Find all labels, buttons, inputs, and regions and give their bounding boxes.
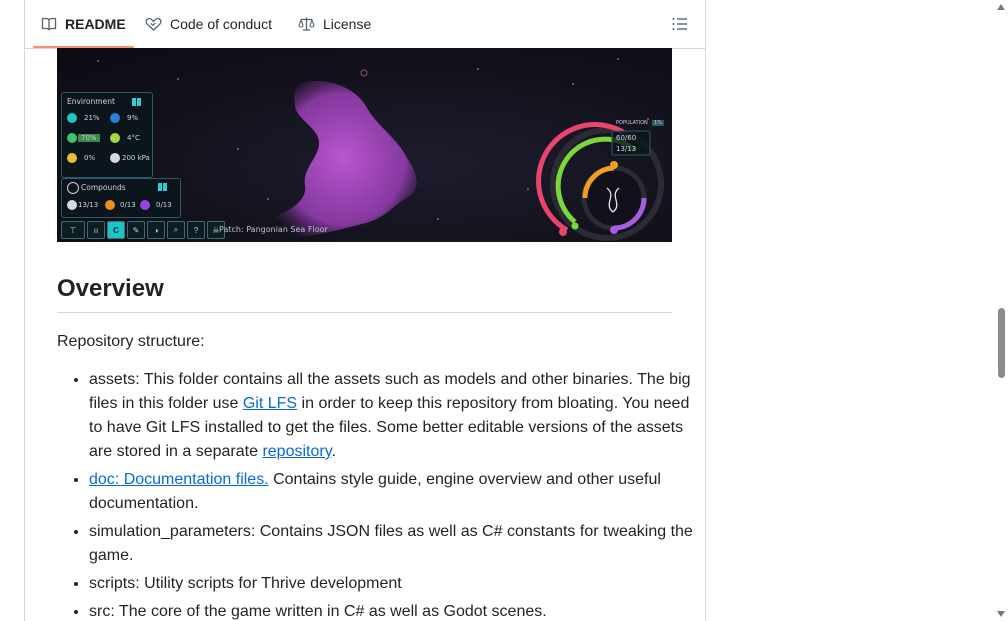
item-text: simulation_parameters: Contains JSON fil… [89,523,693,564]
scroll-down-arrow[interactable] [997,611,1005,617]
game-menu-button[interactable]: ⊤ [61,221,85,239]
item-text: . [331,443,336,460]
compounds-panel: Compounds 13/13 0/13 0/13 [61,178,181,218]
env-stat-4: 4°C [127,134,140,142]
scale-icon [298,17,315,31]
env-stat-1: 21% [84,114,100,122]
env-stat-2: 9% [127,114,139,122]
search-button[interactable]: ⌕ [167,221,185,239]
scrollbar-thumb[interactable] [998,308,1005,378]
compounds-toggle-button[interactable]: C [107,221,125,239]
env-stat-5: 0% [84,154,96,162]
tab-license[interactable]: License [298,0,371,47]
repository-link[interactable]: repository [262,443,331,460]
game-toolbar: ⊤ ıı C ✎ ◑ ⌕ ? ☠ [61,221,225,239]
book-icon [41,17,57,30]
oxygen-icon [67,113,77,123]
tab-readme[interactable]: README [33,0,134,48]
table-of-contents-button[interactable] [671,15,689,33]
overview-heading: Overview [57,274,672,313]
scroll-up-arrow[interactable] [997,4,1005,10]
intro-text: Repository structure: [57,333,205,350]
tab-code-of-conduct[interactable]: Code of conduct [145,0,272,47]
ammonia-icon [105,200,115,210]
item-text: src: The core of the game written in C# … [89,603,547,620]
patch-label: Patch: Pangonian Sea Floor [219,225,328,234]
compounds-title: Compounds [81,183,126,192]
cloud-icon [110,113,120,123]
chart-button[interactable]: ◑ [147,221,165,239]
population-label: POPULATION [616,120,648,126]
env-stat-6: 200 kPa [122,154,150,162]
git-lfs-link[interactable]: Git LFS [243,395,297,412]
compound-2: 0/13 [120,201,136,209]
tab-license-label: License [323,15,372,32]
list-item: assets: This folder contains all the ass… [89,368,704,464]
heart-handshake-icon [145,17,162,31]
doc-link[interactable]: doc: Documentation files. [89,471,269,488]
glucose-icon [67,200,77,210]
tab-readme-label: README [65,15,126,32]
list-item: src: The core of the game written in C# … [89,600,704,621]
list-item: simulation_parameters: Contains JSON fil… [89,520,704,568]
item-text: scripts: Utility scripts for Thrive deve… [89,575,402,592]
pressure-icon [110,153,120,163]
readme-tab-bar: README Code of conduct License [25,0,705,49]
readme-panel: README Code of conduct License POPULATIO… [24,0,706,621]
pause-button[interactable]: ıı [87,221,105,239]
phosphate-icon [140,200,150,210]
list-item: doc: Documentation files. Contains style… [89,468,704,516]
compounds-grid-icon[interactable] [158,183,168,191]
tab-code-of-conduct-label: Code of conduct [170,15,272,32]
edit-button[interactable]: ✎ [127,221,145,239]
environment-title: Environment [67,97,115,106]
list-icon [672,18,687,30]
grid-icon[interactable] [132,98,142,106]
env-stat-3: 70% [78,134,100,142]
page-scrollbar[interactable] [994,0,1008,621]
environment-panel: Environment 21% 9% 70% 4°C 0% 200 kPa [61,92,153,178]
compounds-icon [67,182,79,194]
help-button[interactable]: ? [187,221,205,239]
population-value-2: 13/13 [616,145,637,153]
compound-3: 0/13 [156,201,172,209]
repository-structure-list: assets: This folder contains all the ass… [57,368,704,621]
game-screenshot: POPULATION 1% 60/60 13/13 Environment 21… [57,48,672,242]
population-value-1: 60/60 [616,134,637,142]
light-icon [67,133,77,143]
list-item: scripts: Utility scripts for Thrive deve… [89,572,704,596]
sunlight-icon [67,153,77,163]
population-badge: 1% [652,120,664,126]
temperature-icon [110,133,120,143]
compound-1: 13/13 [78,201,99,209]
